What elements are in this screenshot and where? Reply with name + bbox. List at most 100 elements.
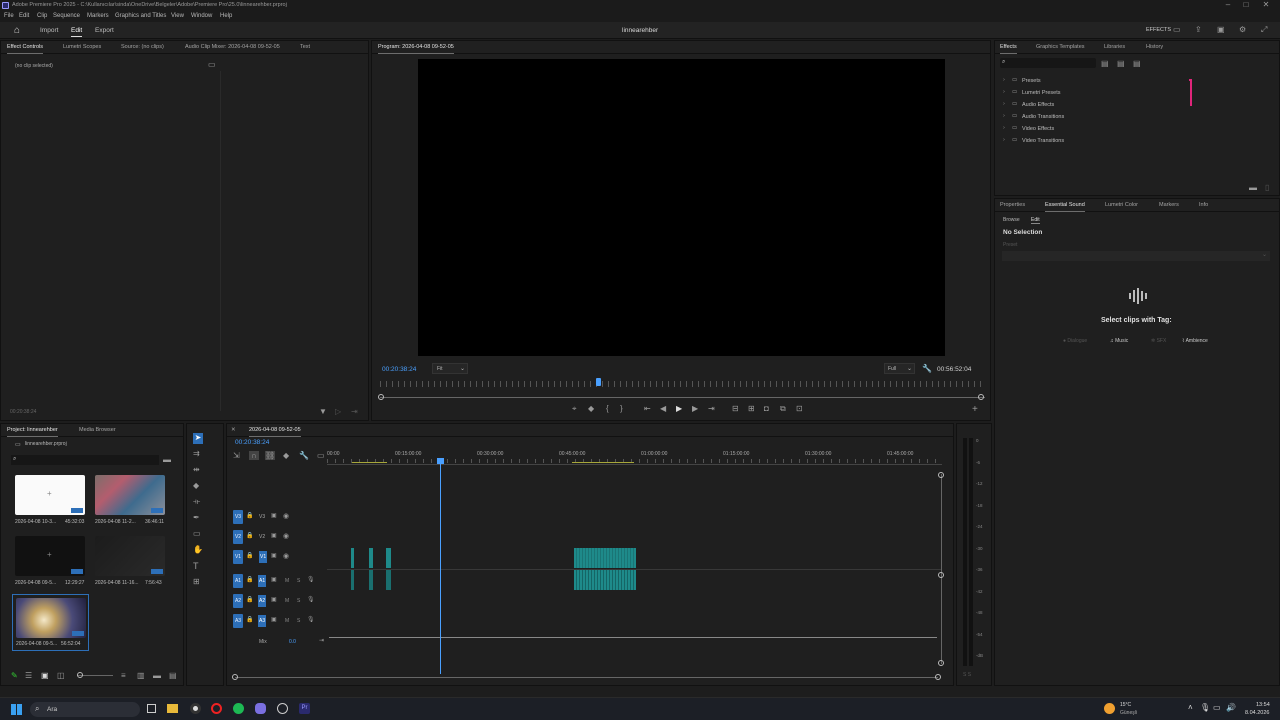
go-to-end-icon[interactable]: ⇥ <box>319 637 324 644</box>
meter-solo-buttons[interactable]: S S <box>963 672 971 678</box>
zoom-slider-handle[interactable] <box>77 672 83 678</box>
tab-program[interactable]: Program: 2026-04-08 09-52-05 <box>378 44 454 54</box>
lock-icon[interactable]: 🔒 <box>246 576 253 583</box>
pencil-icon[interactable]: ✎ <box>11 671 18 680</box>
tab-effect-controls[interactable]: Effect Controls <box>7 44 43 54</box>
scroll-start-handle[interactable] <box>378 394 384 400</box>
pen-icon[interactable]: ✒ <box>193 513 200 522</box>
accelerated-effects-icon[interactable]: ▤ <box>1101 59 1109 68</box>
project-clip[interactable]: +2026-04-08 10-3... 45:32:03 <box>15 475 87 531</box>
automate-icon[interactable]: ▥ <box>137 671 145 680</box>
taskbar-search[interactable]: ⌕ Ara <box>30 702 140 717</box>
clock-time[interactable]: 13:54 <box>1256 702 1270 708</box>
new-bin-icon[interactable]: ▬ <box>1249 183 1257 192</box>
new-bin-icon[interactable]: ▬ <box>163 455 171 464</box>
timeline-ruler[interactable]: 00:00 00:15:00:00 00:30:00:00 00:45:00:00 01… <box>327 451 942 465</box>
camera-icon[interactable]: ◘ <box>764 404 769 413</box>
horizontal-scrollbar[interactable] <box>235 677 938 678</box>
lock-icon[interactable]: 🔒 <box>246 512 253 519</box>
close-icon[interactable]: ✕ <box>231 427 236 433</box>
tab-lumetri-color[interactable]: Lumetri Color <box>1105 202 1138 208</box>
timeline-timecode[interactable]: 00:20:38:24 <box>235 439 269 446</box>
lock-icon[interactable]: 🔒 <box>246 552 253 559</box>
menu-window[interactable]: Window <box>191 13 212 19</box>
mix-value[interactable]: 0.0 <box>289 639 296 645</box>
audio-clip-main[interactable] <box>574 570 636 590</box>
project-search-input[interactable]: ⌕ <box>11 455 159 465</box>
marker-icon[interactable]: ◆ <box>588 404 594 413</box>
go-to-icon[interactable]: ⇥ <box>351 407 358 416</box>
effects-search-input[interactable]: ⌕ <box>1000 58 1096 68</box>
mark-in-icon[interactable]: { <box>606 404 609 413</box>
slip-icon[interactable]: ⟛ <box>193 497 200 507</box>
linked-select-icon[interactable]: ⛓ <box>265 451 275 460</box>
selection-tool-icon[interactable]: ➤ <box>193 433 203 444</box>
audio-clip-small-1[interactable] <box>351 570 354 590</box>
tab-properties[interactable]: Properties <box>1000 202 1025 208</box>
maximize-icon[interactable]: □ <box>1240 0 1252 9</box>
close-icon[interactable]: ✕ <box>1260 0 1272 9</box>
wrench-icon[interactable]: 🔧 <box>922 364 932 373</box>
vscroll-mid-handle[interactable] <box>938 572 944 578</box>
add-marker-icon[interactable]: ⌖ <box>572 404 577 414</box>
rectangle-icon[interactable]: ▭ <box>193 529 201 538</box>
task-view-icon[interactable] <box>147 704 156 713</box>
effects-folder[interactable]: › ▭ Audio Effects <box>1003 100 1123 110</box>
vertical-scrollbar[interactable] <box>941 474 942 664</box>
menu-clip[interactable]: Clip <box>37 13 47 19</box>
premiere-taskbar-icon[interactable]: Pr <box>299 703 310 714</box>
effects-workspace-label[interactable]: EFFECTS <box>1146 27 1171 33</box>
video-preview[interactable] <box>418 59 945 356</box>
button-editor-icon[interactable]: + <box>972 404 978 415</box>
yuv-effects-icon[interactable]: ▤ <box>1133 59 1141 68</box>
ripple-edit-icon[interactable]: ⇹ <box>193 465 200 474</box>
clock-date[interactable]: 8.04.2026 <box>1245 710 1269 716</box>
type-icon[interactable]: T <box>193 561 199 571</box>
chrome-icon[interactable] <box>190 703 201 714</box>
program-ruler[interactable] <box>380 381 985 387</box>
expand-icon[interactable]: ⤢ <box>1261 25 1267 35</box>
eye-icon[interactable]: ◉ <box>283 552 289 560</box>
file-explorer-icon[interactable] <box>167 704 178 713</box>
project-clip[interactable]: 2026-04-08 11-16... 7:56:43 <box>95 536 167 592</box>
trash-icon[interactable]: ▯ <box>1265 183 1269 192</box>
weather-icon[interactable] <box>1104 703 1115 714</box>
project-clip[interactable]: 2026-04-08 11-2... 36:46:11 <box>95 475 167 531</box>
razor-icon[interactable]: ◆ <box>193 481 199 490</box>
quality-dropdown[interactable]: Full ⌄ <box>884 363 915 374</box>
caption-icon[interactable]: ⊞ <box>193 577 200 586</box>
tab-export[interactable]: Export <box>95 27 114 34</box>
minimize-icon[interactable]: – <box>1222 0 1234 9</box>
track-select-icon[interactable]: ⇉ <box>193 449 200 458</box>
sync-lock-icon[interactable]: ▣ <box>271 552 277 559</box>
tab-essential-sound[interactable]: Essential Sound <box>1045 202 1085 212</box>
sort-icon[interactable]: ≡ <box>121 671 126 680</box>
new-item-icon[interactable]: ▤ <box>169 671 177 680</box>
freeform-view-icon[interactable]: ◫ <box>57 671 65 680</box>
tab-source[interactable]: Source: (no clips) <box>121 44 164 50</box>
tag-sfx[interactable]: ✲ SFX <box>1151 338 1166 344</box>
32bit-effects-icon[interactable]: ▤ <box>1117 59 1125 68</box>
nest-icon[interactable]: ⇲ <box>233 451 240 460</box>
track-target-a2[interactable]: A2 <box>233 594 243 608</box>
opera-icon[interactable] <box>211 703 222 714</box>
tab-sequence[interactable]: 2026-04-08 09-52-05 <box>249 427 301 437</box>
hand-icon[interactable]: ✋ <box>193 545 203 554</box>
list-view-icon[interactable]: ☰ <box>25 671 32 680</box>
tab-lumetri-scopes[interactable]: Lumetri Scopes <box>63 44 101 50</box>
track-target-v3[interactable]: V3 <box>233 510 243 524</box>
network-icon[interactable]: ▭ <box>1213 703 1221 712</box>
tab-import[interactable]: Import <box>40 27 58 34</box>
project-clip[interactable]: 2026-04-08 09-5... 56:52:04 <box>12 594 89 651</box>
fullscreen-icon[interactable]: ▣ <box>1217 25 1225 34</box>
icon-view-icon[interactable]: ▣ <box>41 671 49 680</box>
solo-button[interactable]: S <box>297 578 300 584</box>
home-icon[interactable]: ⌂ <box>14 25 20 36</box>
tag-ambience[interactable]: ⌇ Ambience <box>1182 338 1208 344</box>
audio-clip-small-2[interactable] <box>369 570 373 590</box>
preset-dropdown[interactable]: ⌄ <box>1002 251 1270 261</box>
overwrite-icon[interactable]: ⊞ <box>748 404 755 413</box>
insert-icon[interactable]: ⊟ <box>732 404 739 413</box>
mark-out-icon[interactable]: } <box>620 404 623 413</box>
vscroll-bottom-handle[interactable] <box>938 660 944 666</box>
